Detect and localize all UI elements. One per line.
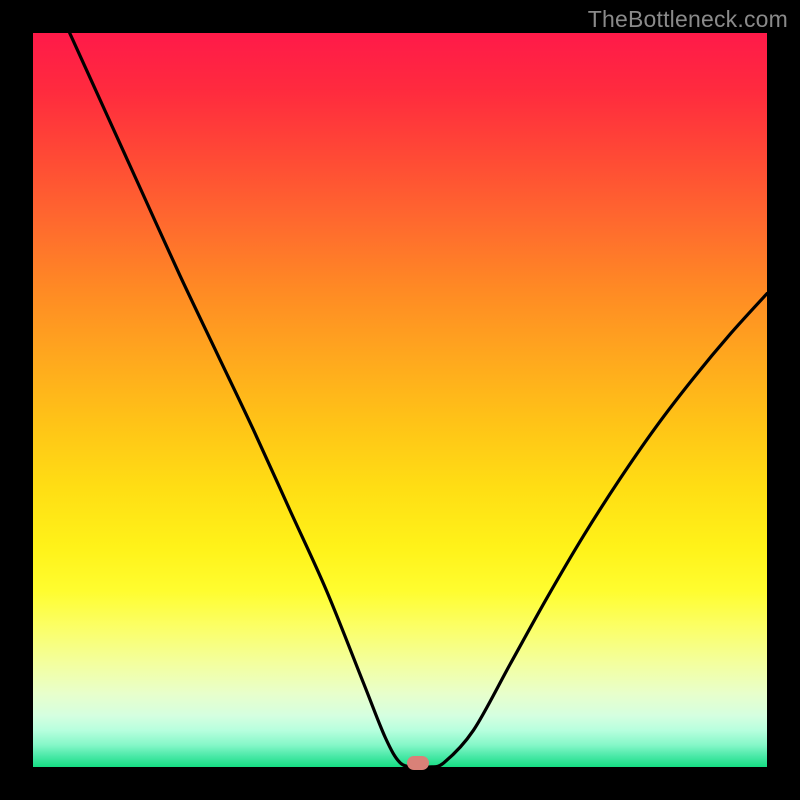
watermark-text: TheBottleneck.com	[588, 6, 788, 33]
plot-area	[33, 33, 767, 767]
chart-frame: TheBottleneck.com	[0, 0, 800, 800]
minimum-marker	[407, 756, 429, 770]
curve-path	[70, 33, 767, 768]
bottleneck-curve	[33, 33, 767, 767]
